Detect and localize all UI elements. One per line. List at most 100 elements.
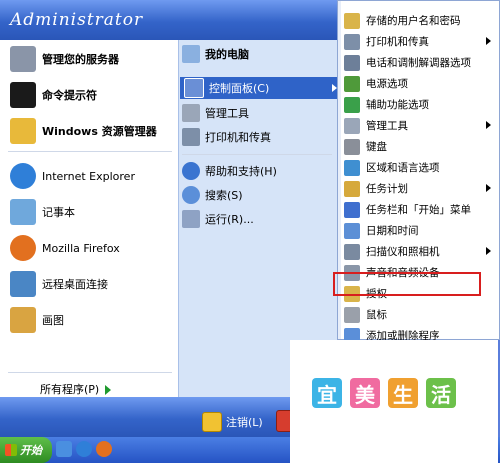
all-programs-button[interactable]: 所有程序(P) [40,381,112,397]
separator [182,154,332,155]
submenu-item[interactable]: 日期和时间 [340,220,497,241]
start-button[interactable]: 开始 [0,437,52,463]
submenu-item[interactable]: 打印机和传真 [340,31,497,52]
right-item-label: 帮助和支持(H) [205,165,277,178]
recent-internet-explorer[interactable]: Internet Explorer [10,161,135,191]
server-icon [10,46,36,72]
right-item-label: 管理工具 [205,107,249,120]
submenu-item[interactable]: 键盘 [340,136,497,157]
ie-icon[interactable] [76,441,92,457]
arrow-right-icon [486,247,491,255]
right-item-label: 搜索(S) [205,189,243,202]
watermark-letter: 生 [388,378,418,408]
right-item-admin-tools[interactable]: 管理工具 [182,102,249,124]
arrow-right-icon [105,385,112,395]
right-item-my-computer[interactable]: 我的电脑 [182,43,249,65]
taskbar-icon [344,201,360,218]
submenu-item-label: 日期和时间 [366,225,419,237]
submenu-item-label: 任务栏和「开始」菜单 [366,204,471,216]
firefox-icon [10,235,36,261]
username-label: Administrator [10,10,144,30]
phone-icon [344,54,360,71]
submenu-item[interactable]: 辅助功能选项 [340,94,497,115]
submenu-item-label: 电话和调制解调器选项 [366,57,471,69]
submenu-item[interactable]: 任务栏和「开始」菜单 [340,199,497,220]
windows-flag-icon [5,444,17,456]
mouse-icon [344,306,360,323]
firefox-icon[interactable] [96,441,112,457]
pinned-item-label: Windows 资源管理器 [42,125,157,138]
logoff-label: 注销(L) [226,416,263,429]
submenu-item-label: 区域和语言选项 [366,162,440,174]
submenu-item[interactable]: 存储的用户名和密码 [340,10,497,31]
scanner-icon [344,243,360,260]
separator [8,151,172,152]
submenu-item-label: 打印机和传真 [366,36,429,48]
submenu-item[interactable]: 管理工具 [340,115,497,136]
paint-icon [10,307,36,333]
submenu-item-label: 管理工具 [366,120,408,132]
run-icon [182,210,200,228]
submenu-item-label: 键盘 [366,141,387,153]
explorer-icon [10,118,36,144]
notepad-icon [10,199,36,225]
watermark-letter: 宜 [312,378,342,408]
recent-firefox[interactable]: Mozilla Firefox [10,233,120,263]
right-item-label: 控制面板(C) [209,82,270,95]
recent-paint[interactable]: 画图 [10,305,64,335]
printer-icon [182,128,200,146]
keyboard-icon [344,138,360,155]
pinned-manage-server[interactable]: 管理您的服务器 [10,44,119,74]
submenu-item-label: 电源选项 [366,78,408,90]
my-computer-icon [182,45,200,63]
right-item-search[interactable]: 搜索(S) [182,184,243,206]
key-icon [344,12,360,29]
start-label: 开始 [20,444,42,457]
submenu-item-label: 扫描仪和照相机 [366,246,440,258]
recent-item-label: Mozilla Firefox [42,241,120,255]
submenu-item-label: 存储的用户名和密码 [366,15,461,27]
submenu-item[interactable]: 区域和语言选项 [340,157,497,178]
arrow-right-icon [486,184,491,192]
pinned-item-label: 命令提示符 [42,89,97,102]
recent-item-label: 远程桌面连接 [42,278,108,291]
watermark-letter: 美 [350,378,380,408]
recent-remote-desktop[interactable]: 远程桌面连接 [10,269,108,299]
clock-icon [344,222,360,239]
pinned-windows-explorer[interactable]: Windows 资源管理器 [10,116,157,146]
submenu-item[interactable]: 任务计划 [340,178,497,199]
remote-desktop-icon [10,271,36,297]
ie-icon [10,163,36,189]
recent-notepad[interactable]: 记事本 [10,197,75,227]
pinned-command-prompt[interactable]: 命令提示符 [10,80,97,110]
submenu-item[interactable]: 电话和调制解调器选项 [340,52,497,73]
control-panel-icon [184,78,204,98]
recent-item-label: 画图 [42,314,64,327]
right-item-label: 运行(R)... [205,213,254,226]
power-icon [344,75,360,92]
admin-tools-icon [344,117,360,134]
scheduler-icon [344,180,360,197]
right-item-control-panel[interactable]: 控制面板(C) [180,77,343,99]
right-item-label: 我的电脑 [205,48,249,61]
right-item-help[interactable]: 帮助和支持(H) [182,160,277,182]
right-item-label: 打印机和传真 [205,131,271,144]
help-icon [182,162,200,180]
printer-icon [344,33,360,50]
show-desktop-icon[interactable] [56,441,72,457]
right-item-run[interactable]: 运行(R)... [182,208,254,230]
globe-icon [344,159,360,176]
logoff-button[interactable]: 注销(L) [202,412,263,432]
recent-item-label: 记事本 [42,206,75,219]
right-item-printers[interactable]: 打印机和传真 [182,126,271,148]
submenu-item-label: 鼠标 [366,309,387,321]
submenu-item[interactable]: 鼠标 [340,304,497,325]
admin-tools-icon [182,104,200,122]
submenu-item[interactable]: 扫描仪和照相机 [340,241,497,262]
recent-item-label: Internet Explorer [42,169,135,183]
key-icon [202,412,222,432]
pinned-item-label: 管理您的服务器 [42,53,119,66]
cmd-icon [10,82,36,108]
submenu-item[interactable]: 电源选项 [340,73,497,94]
separator [8,372,172,373]
